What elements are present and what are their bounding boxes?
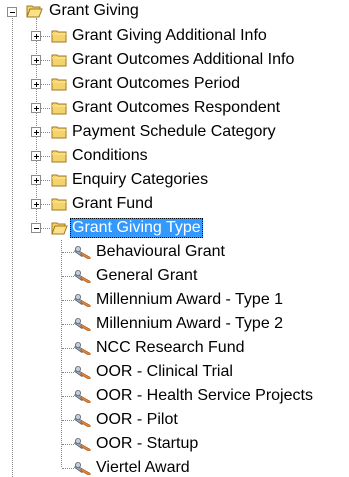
wrench-icon [74, 389, 92, 403]
tree-node-folder[interactable]: Enquiry Categories [0, 168, 349, 192]
tree-node-label[interactable]: Grant Giving Type [70, 218, 203, 238]
tree-node-label[interactable]: Grant Giving Additional Info [70, 26, 269, 46]
expand-toggle[interactable] [31, 79, 41, 89]
tree-node-folder[interactable]: Grant Outcomes Additional Info [0, 48, 349, 72]
tree-node-item[interactable]: OOR - Pilot [0, 408, 349, 432]
tree-node-folder[interactable]: Grant Giving Type [0, 216, 349, 240]
folder-icon [51, 77, 68, 91]
expand-toggle[interactable] [31, 199, 41, 209]
expand-toggle[interactable] [31, 151, 41, 161]
tree-node-label[interactable]: Behavioural Grant [94, 242, 227, 262]
tree-node-label[interactable]: Grant Outcomes Respondent [70, 98, 282, 118]
wrench-icon [74, 317, 92, 331]
wrench-icon [74, 413, 92, 427]
tree-view: Grant Giving Grant Giving Additional Inf… [0, 0, 349, 477]
tree-node-folder[interactable]: Grant Outcomes Period [0, 72, 349, 96]
tree-node-label[interactable]: Conditions [70, 146, 150, 166]
expand-toggle[interactable] [31, 103, 41, 113]
folder-open-icon [51, 221, 68, 235]
tree-node-folder[interactable]: Grant Fund [0, 192, 349, 216]
tree-node-label[interactable]: Grant Outcomes Period [70, 74, 242, 94]
wrench-icon [74, 245, 92, 259]
tree-node-item[interactable]: Millennium Award - Type 2 [0, 312, 349, 336]
folder-icon [51, 173, 68, 187]
tree-node-folder[interactable]: Payment Schedule Category [0, 120, 349, 144]
tree-node-label[interactable]: OOR - Pilot [94, 410, 180, 430]
folder-icon [51, 101, 68, 115]
folder-open-icon [26, 4, 43, 18]
tree-node-label[interactable]: OOR - Health Service Projects [94, 386, 315, 406]
tree-node-label[interactable]: OOR - Startup [94, 434, 200, 454]
tree-node-item[interactable]: OOR - Clinical Trial [0, 360, 349, 384]
folder-icon [51, 53, 68, 67]
wrench-icon [74, 293, 92, 307]
expand-toggle[interactable] [31, 175, 41, 185]
collapse-toggle[interactable] [7, 7, 17, 17]
wrench-icon [74, 437, 92, 451]
expand-toggle[interactable] [31, 127, 41, 137]
tree-node-label[interactable]: Grant Giving [47, 1, 141, 21]
tree-node-label[interactable]: NCC Research Fund [94, 338, 247, 358]
tree-node-item[interactable]: General Grant [0, 264, 349, 288]
wrench-icon [74, 365, 92, 379]
tree-node-label[interactable]: General Grant [94, 266, 199, 286]
tree-node-item[interactable]: OOR - Startup [0, 432, 349, 456]
tree-node-item[interactable]: Behavioural Grant [0, 240, 349, 264]
tree-node-item[interactable]: Millennium Award - Type 1 [0, 288, 349, 312]
tree-node-label[interactable]: Enquiry Categories [70, 170, 210, 190]
tree-node-label[interactable]: Grant Fund [70, 194, 155, 214]
expand-toggle[interactable] [31, 55, 41, 65]
expand-toggle[interactable] [31, 31, 41, 41]
folder-icon [51, 197, 68, 211]
tree-node-label[interactable]: Grant Outcomes Additional Info [70, 50, 296, 70]
tree-node-folder[interactable]: Conditions [0, 144, 349, 168]
tree-node-item[interactable]: Viertel Award [0, 456, 349, 477]
collapse-toggle[interactable] [31, 223, 41, 233]
tree-node-label[interactable]: Payment Schedule Category [70, 122, 278, 142]
wrench-icon [74, 269, 92, 283]
tree-node-item[interactable]: OOR - Health Service Projects [0, 384, 349, 408]
folder-icon [51, 29, 68, 43]
folder-icon [51, 125, 68, 139]
tree-node-folder[interactable]: Grant Outcomes Respondent [0, 96, 349, 120]
wrench-icon [74, 461, 92, 475]
folder-icon [51, 149, 68, 163]
tree-node-label[interactable]: Millennium Award - Type 2 [94, 314, 285, 334]
tree-node-item[interactable]: NCC Research Fund [0, 336, 349, 360]
tree-node-folder[interactable]: Grant Giving Additional Info [0, 24, 349, 48]
tree-node-label[interactable]: OOR - Clinical Trial [94, 362, 235, 382]
tree-node-label[interactable]: Millennium Award - Type 1 [94, 290, 285, 310]
wrench-icon [74, 341, 92, 355]
tree-node-label[interactable]: Viertel Award [94, 458, 192, 477]
